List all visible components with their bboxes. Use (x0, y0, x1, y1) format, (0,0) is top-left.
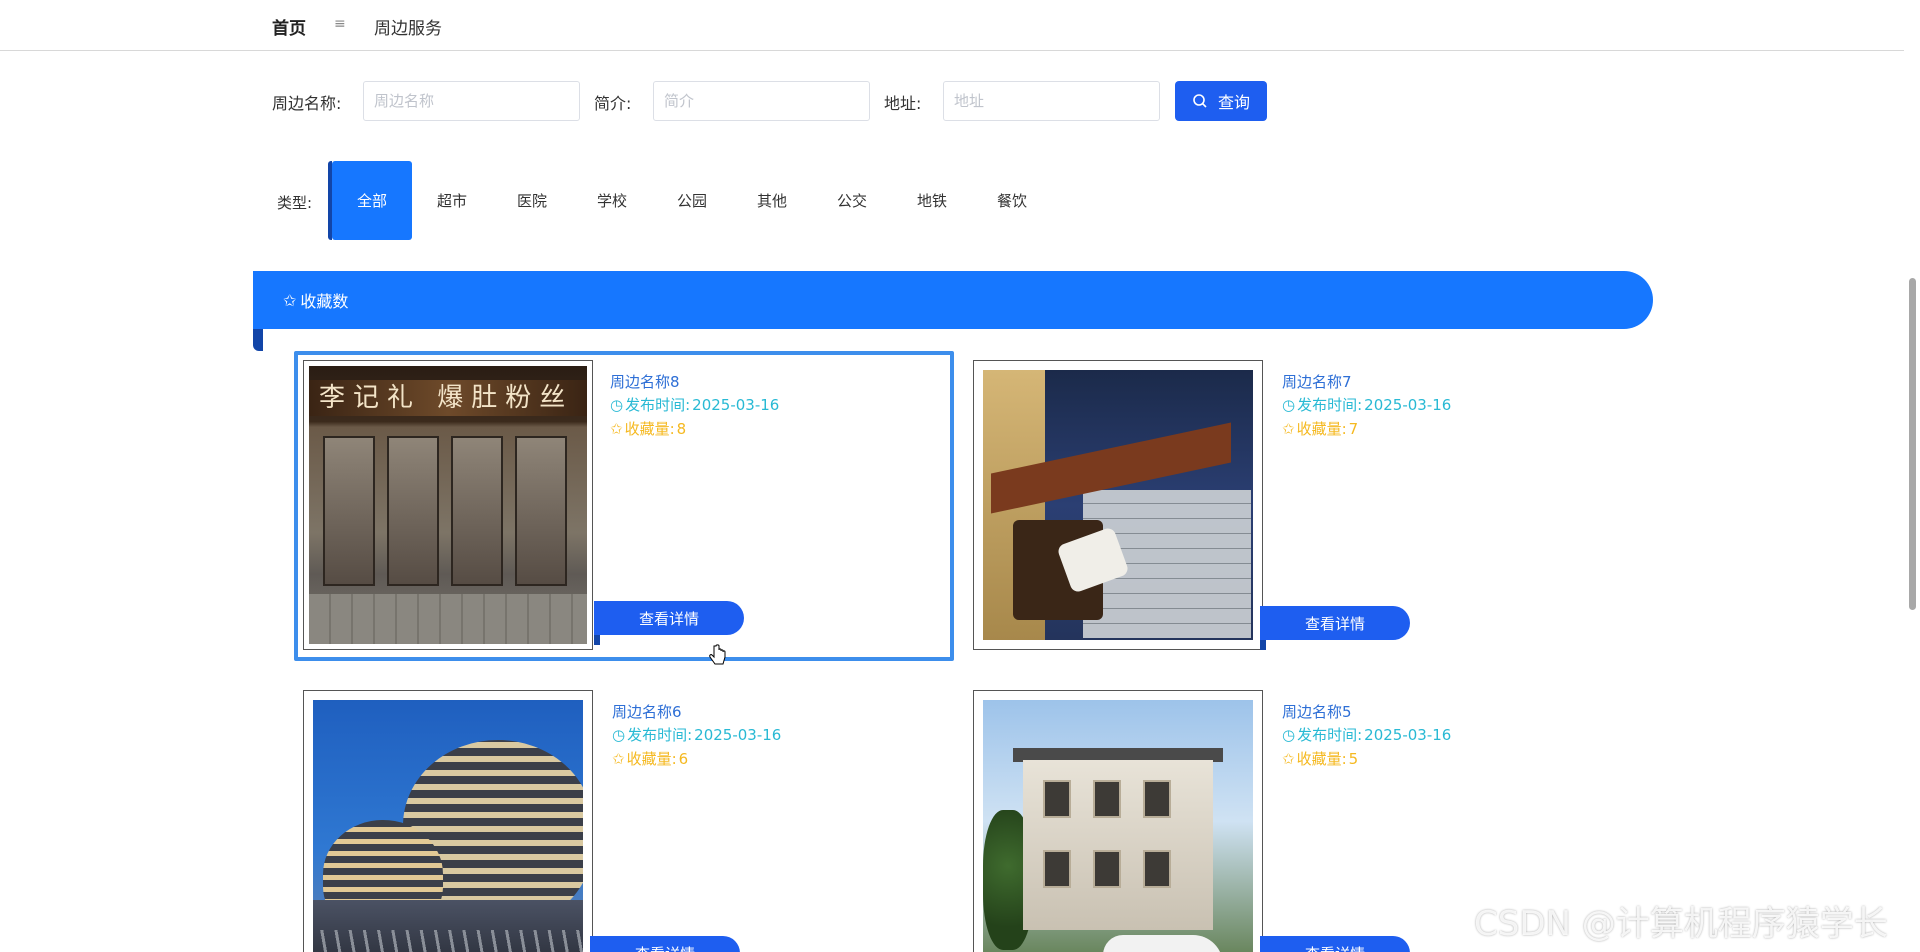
card-title[interactable]: 周边名称5 (1282, 701, 1451, 723)
fav-value: 5 (1348, 750, 1359, 768)
card-time: ◷ 发布时间: 2025-03-16 (610, 393, 779, 417)
time-value: 2025-03-16 (1364, 396, 1452, 414)
thumbnail-image[interactable] (983, 370, 1253, 640)
time-label: 发布时间: (625, 396, 691, 414)
view-detail-button[interactable]: 查看详情 (590, 936, 740, 952)
section-title: 收藏数 (300, 292, 349, 311)
watermark: CSDN @计算机程序猿学长 (1474, 904, 1888, 944)
thumbnail-frame (973, 690, 1263, 952)
list-item[interactable]: 李记礼 爆肚粉丝 周边名称8 ◷ 发布时间: 2025-03-16 ✩ 收藏量:… (294, 351, 954, 661)
address-label: 地址: (884, 94, 922, 113)
tab-supermarket[interactable]: 超市 (412, 161, 492, 240)
fav-label: 收藏量: (1296, 750, 1347, 768)
clock-icon: ◷ (612, 726, 626, 744)
view-detail-button[interactable]: 查看详情 (594, 601, 744, 645)
time-label: 发布时间: (1297, 396, 1363, 414)
fav-label: 收藏量: (1296, 420, 1347, 438)
card-favorites: ✩ 收藏量: 5 (1282, 747, 1451, 771)
breadcrumb-separator: ≡ (334, 16, 346, 32)
thumbnail-frame (303, 690, 593, 952)
card-favorites: ✩ 收藏量: 8 (610, 417, 779, 441)
name-label: 周边名称: (272, 94, 342, 113)
thumbnail-frame: 李记礼 爆肚粉丝 (303, 360, 593, 650)
time-label: 发布时间: (1297, 726, 1363, 744)
card-info: 周边名称5 ◷ 发布时间: 2025-03-16 ✩ 收藏量: 5 (1282, 701, 1451, 771)
card-info: 周边名称8 ◷ 发布时间: 2025-03-16 ✩ 收藏量: 8 (610, 371, 779, 441)
card-time: ◷ 发布时间: 2025-03-16 (1282, 393, 1451, 417)
time-value: 2025-03-16 (692, 396, 780, 414)
tab-park[interactable]: 公园 (652, 161, 732, 240)
hand-cursor-icon (709, 644, 726, 665)
clock-icon: ◷ (610, 396, 624, 414)
card-info: 周边名称7 ◷ 发布时间: 2025-03-16 ✩ 收藏量: 7 (1282, 371, 1451, 441)
name-input[interactable] (363, 81, 580, 121)
fav-value: 7 (1348, 420, 1359, 438)
search-icon (1193, 94, 1207, 108)
tab-other[interactable]: 其他 (732, 161, 812, 240)
thumbnail-image[interactable] (983, 700, 1253, 952)
card-time: ◷ 发布时间: 2025-03-16 (1282, 723, 1451, 747)
time-value: 2025-03-16 (1364, 726, 1452, 744)
intro-label: 简介: (594, 94, 632, 113)
type-tabs: 全部 超市 医院 学校 公园 其他 公交 地铁 餐饮 (328, 161, 1052, 240)
tab-bus[interactable]: 公交 (812, 161, 892, 240)
tab-dining[interactable]: 餐饮 (972, 161, 1052, 240)
section-header-tail (253, 329, 263, 351)
fav-label: 收藏量: (624, 420, 675, 438)
tab-school[interactable]: 学校 (572, 161, 652, 240)
card-favorites: ✩ 收藏量: 6 (612, 747, 781, 771)
star-icon: ✩ (610, 420, 623, 438)
search-button-label: 查询 (1217, 93, 1250, 112)
breadcrumb-current: 周边服务 (374, 19, 442, 39)
card-title[interactable]: 周边名称6 (612, 701, 781, 723)
star-icon: ✩ (1282, 420, 1295, 438)
top-nav: 首页 ≡ 周边服务 (0, 0, 1904, 51)
view-detail-button[interactable]: 查看详情 (1260, 606, 1410, 650)
intro-input[interactable] (653, 81, 870, 121)
breadcrumb-home[interactable]: 首页 (272, 14, 306, 39)
star-icon: ✩ (283, 290, 297, 310)
clock-icon: ◷ (1282, 396, 1296, 414)
clock-icon: ◷ (1282, 726, 1296, 744)
tab-hospital[interactable]: 医院 (492, 161, 572, 240)
card-time: ◷ 发布时间: 2025-03-16 (612, 723, 781, 747)
time-label: 发布时间: (627, 726, 693, 744)
thumbnail-image[interactable] (313, 700, 583, 952)
search-button[interactable]: 查询 (1175, 81, 1267, 121)
thumbnail-frame (973, 360, 1263, 650)
list-item[interactable]: 周边名称7 ◷ 发布时间: 2025-03-16 ✩ 收藏量: 7 查看详情 (968, 355, 1628, 665)
tab-subway[interactable]: 地铁 (892, 161, 972, 240)
time-value: 2025-03-16 (694, 726, 782, 744)
fav-value: 8 (676, 420, 687, 438)
card-title[interactable]: 周边名称8 (610, 371, 779, 393)
star-icon: ✩ (1282, 750, 1295, 768)
tab-all[interactable]: 全部 (328, 161, 412, 240)
thumbnail-image[interactable]: 李记礼 爆肚粉丝 (309, 366, 587, 644)
view-detail-button[interactable]: 查看详情 (1260, 936, 1410, 952)
fav-label: 收藏量: (626, 750, 677, 768)
card-favorites: ✩ 收藏量: 7 (1282, 417, 1451, 441)
scrollbar-thumb[interactable] (1909, 278, 1916, 610)
card-title[interactable]: 周边名称7 (1282, 371, 1451, 393)
card-info: 周边名称6 ◷ 发布时间: 2025-03-16 ✩ 收藏量: 6 (612, 701, 781, 771)
list-item[interactable]: 周边名称6 ◷ 发布时间: 2025-03-16 ✩ 收藏量: 6 查看详情 (298, 685, 958, 952)
star-icon: ✩ (612, 750, 625, 768)
address-input[interactable] (943, 81, 1160, 121)
section-header: ✩ 收藏数 (253, 271, 1653, 329)
fav-value: 6 (678, 750, 689, 768)
shop-sign: 李记礼 爆肚粉丝 (309, 380, 587, 416)
type-label: 类型: (277, 194, 313, 212)
